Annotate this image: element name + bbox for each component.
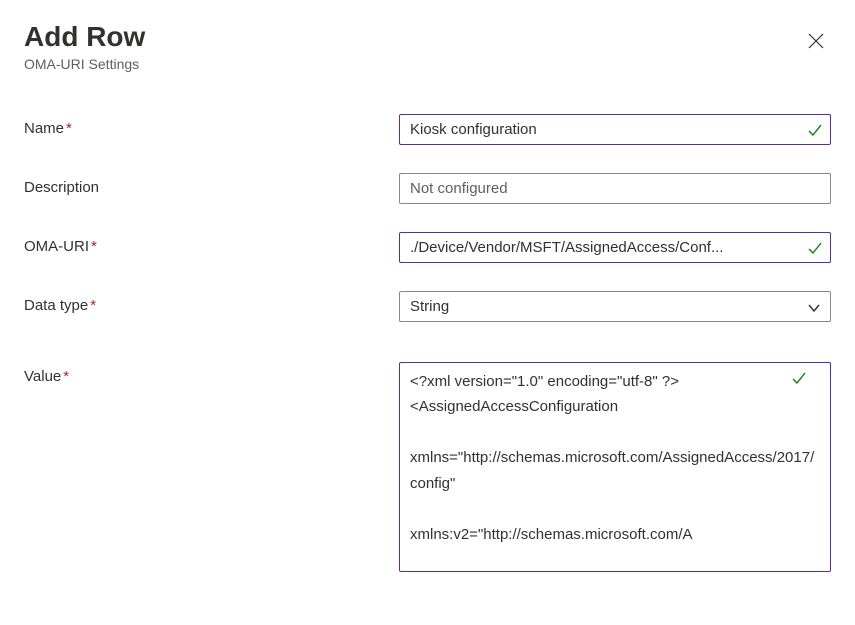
close-icon <box>807 32 825 50</box>
page-subtitle: OMA-URI Settings <box>24 56 145 72</box>
required-mark: * <box>91 238 97 255</box>
data-type-select[interactable]: String <box>399 291 831 322</box>
value-textarea[interactable] <box>399 362 831 572</box>
description-label: Description <box>24 173 399 196</box>
description-input[interactable] <box>399 173 831 204</box>
name-input[interactable] <box>399 114 831 145</box>
required-mark: * <box>63 368 69 385</box>
required-mark: * <box>90 297 96 314</box>
page-title: Add Row <box>24 20 145 54</box>
name-label: Name* <box>24 114 399 137</box>
value-label: Value* <box>24 362 399 385</box>
required-mark: * <box>66 120 72 137</box>
data-type-label: Data type* <box>24 291 399 314</box>
oma-uri-label: OMA-URI* <box>24 232 399 255</box>
close-button[interactable] <box>801 26 831 56</box>
oma-uri-input[interactable] <box>399 232 831 263</box>
